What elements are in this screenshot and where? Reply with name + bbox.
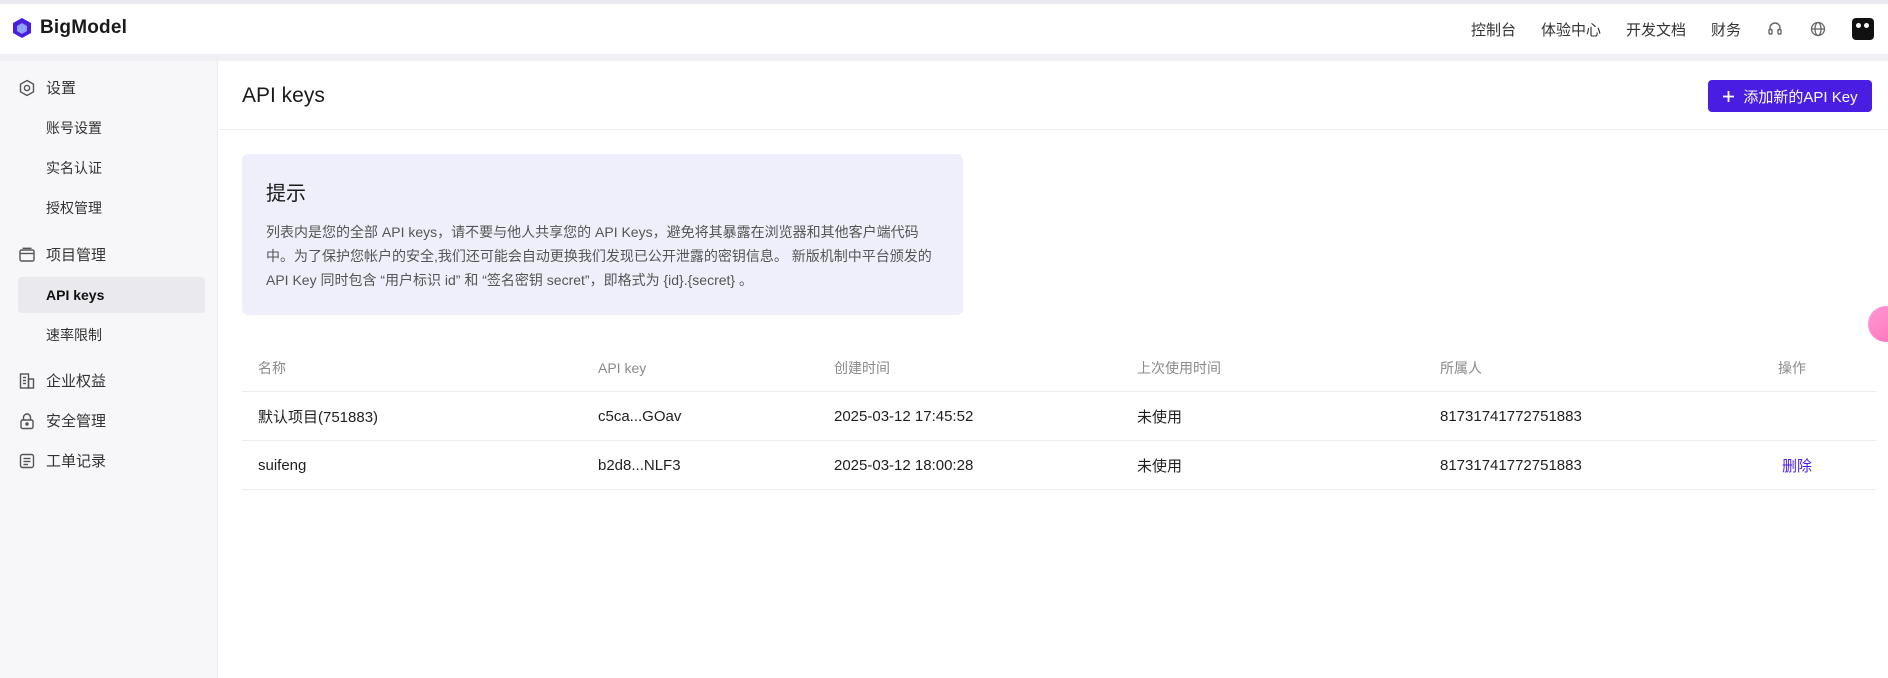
lock-icon [20, 412, 34, 429]
row-created: 2025-03-12 18:00:28 [834, 456, 974, 474]
sidebar-group-label: 设置 [46, 80, 77, 97]
sidebar: 设置 账号设置 实名认证 授权管理 项目管理 API keys 速率限制 企业权… [0, 61, 218, 678]
row-owner: 81731741772751883 [1440, 456, 1582, 474]
row-created: 2025-03-12 17:45:52 [834, 407, 974, 425]
sidebar-group-tickets[interactable]: 工单记录 [18, 450, 106, 471]
nav-console[interactable]: 控制台 [1471, 19, 1516, 40]
sidebar-group-label: 工单记录 [46, 453, 107, 470]
add-api-key-button[interactable]: 添加新的API Key [1708, 80, 1872, 112]
row-last-used: 未使用 [1137, 457, 1183, 475]
nav-finance[interactable]: 财务 [1711, 19, 1741, 40]
sidebar-group-enterprise[interactable]: 企业权益 [18, 370, 106, 391]
sidebar-item-authorization[interactable]: 授权管理 [18, 190, 205, 226]
header-gap [0, 54, 1888, 61]
row-name: suifeng [258, 456, 307, 474]
sidebar-item-api-keys[interactable]: API keys [18, 277, 205, 313]
headset-icon[interactable] [1766, 20, 1784, 38]
brand-name: BigModel [40, 17, 128, 38]
row-api-key: c5ca...GOav [598, 407, 682, 425]
sidebar-item-identity-verification[interactable]: 实名认证 [18, 150, 205, 186]
sidebar-item-rate-limits[interactable]: 速率限制 [18, 317, 205, 353]
bigmodel-logo-icon [13, 18, 31, 38]
sidebar-group-settings[interactable]: 设置 [18, 77, 76, 98]
top-nav: 控制台 体验中心 开发文档 财务 [1471, 4, 1874, 54]
notice-line: 列表内是您的全部 API keys，请不要与他人共享您的 API Keys，避免… [266, 224, 919, 240]
nav-dev-docs[interactable]: 开发文档 [1626, 19, 1686, 40]
brand-logo[interactable]: BigModel [12, 17, 127, 39]
sidebar-group-label: 安全管理 [46, 413, 107, 430]
nav-experience-center[interactable]: 体验中心 [1541, 19, 1601, 40]
settings-icon [19, 79, 35, 96]
top-header: BigModel 控制台 体验中心 开发文档 财务 [0, 4, 1888, 54]
row-api-key: b2d8...NLF3 [598, 456, 681, 474]
table-header: 名称 API key 创建时间 上次使用时间 所属人 操作 [242, 345, 1876, 392]
sidebar-group-label: 项目管理 [46, 247, 107, 264]
api-keys-table: 名称 API key 创建时间 上次使用时间 所属人 操作 默认项目(75188… [242, 345, 1876, 490]
notice-line: API Key 同时包含 “用户标识 id” 和 “签名密钥 secret”，即… [266, 272, 753, 288]
sidebar-group-projects[interactable]: 项目管理 [18, 244, 106, 265]
notice-title: 提示 [266, 183, 306, 205]
column-header-name: 名称 [258, 360, 286, 376]
main-content: API keys 添加新的API Key 提示 列表内是您的全部 API key… [219, 61, 1888, 678]
column-header-last-used: 上次使用时间 [1137, 360, 1221, 376]
table-row: suifeng b2d8...NLF3 2025-03-12 18:00:28 … [242, 441, 1876, 490]
notice-line: 中。为了保护您帐户的安全,我们还可能会自动更换我们发现已公开泄露的密钥信息。 新… [266, 248, 932, 264]
globe-icon[interactable] [1809, 20, 1827, 38]
column-header-created: 创建时间 [834, 360, 890, 376]
user-avatar[interactable] [1852, 18, 1874, 40]
column-header-action: 操作 [1778, 360, 1806, 376]
plus-icon [1723, 90, 1735, 102]
notice-box: 提示 列表内是您的全部 API keys，请不要与他人共享您的 API Keys… [242, 154, 963, 315]
column-header-owner: 所属人 [1440, 360, 1482, 376]
sidebar-group-label: 企业权益 [46, 373, 107, 390]
table-row: 默认项目(751883) c5ca...GOav 2025-03-12 17:4… [242, 392, 1876, 441]
folder-icon [19, 247, 35, 262]
row-last-used: 未使用 [1137, 408, 1183, 426]
column-header-api-key: API key [598, 360, 647, 376]
delete-link[interactable]: 删除 [1782, 441, 1812, 489]
notice-body: 列表内是您的全部 API keys，请不要与他人共享您的 API Keys，避免… [266, 220, 939, 292]
page-title: API keys [242, 84, 325, 107]
add-api-key-label: 添加新的API Key [1743, 88, 1858, 106]
row-owner: 81731741772751883 [1440, 407, 1582, 425]
row-name: 默认项目(751883) [258, 408, 379, 426]
building-icon [19, 372, 35, 389]
sidebar-group-security[interactable]: 安全管理 [18, 410, 106, 431]
sidebar-item-account-settings[interactable]: 账号设置 [18, 110, 205, 146]
divider [219, 129, 1888, 130]
ticket-icon [19, 453, 35, 468]
